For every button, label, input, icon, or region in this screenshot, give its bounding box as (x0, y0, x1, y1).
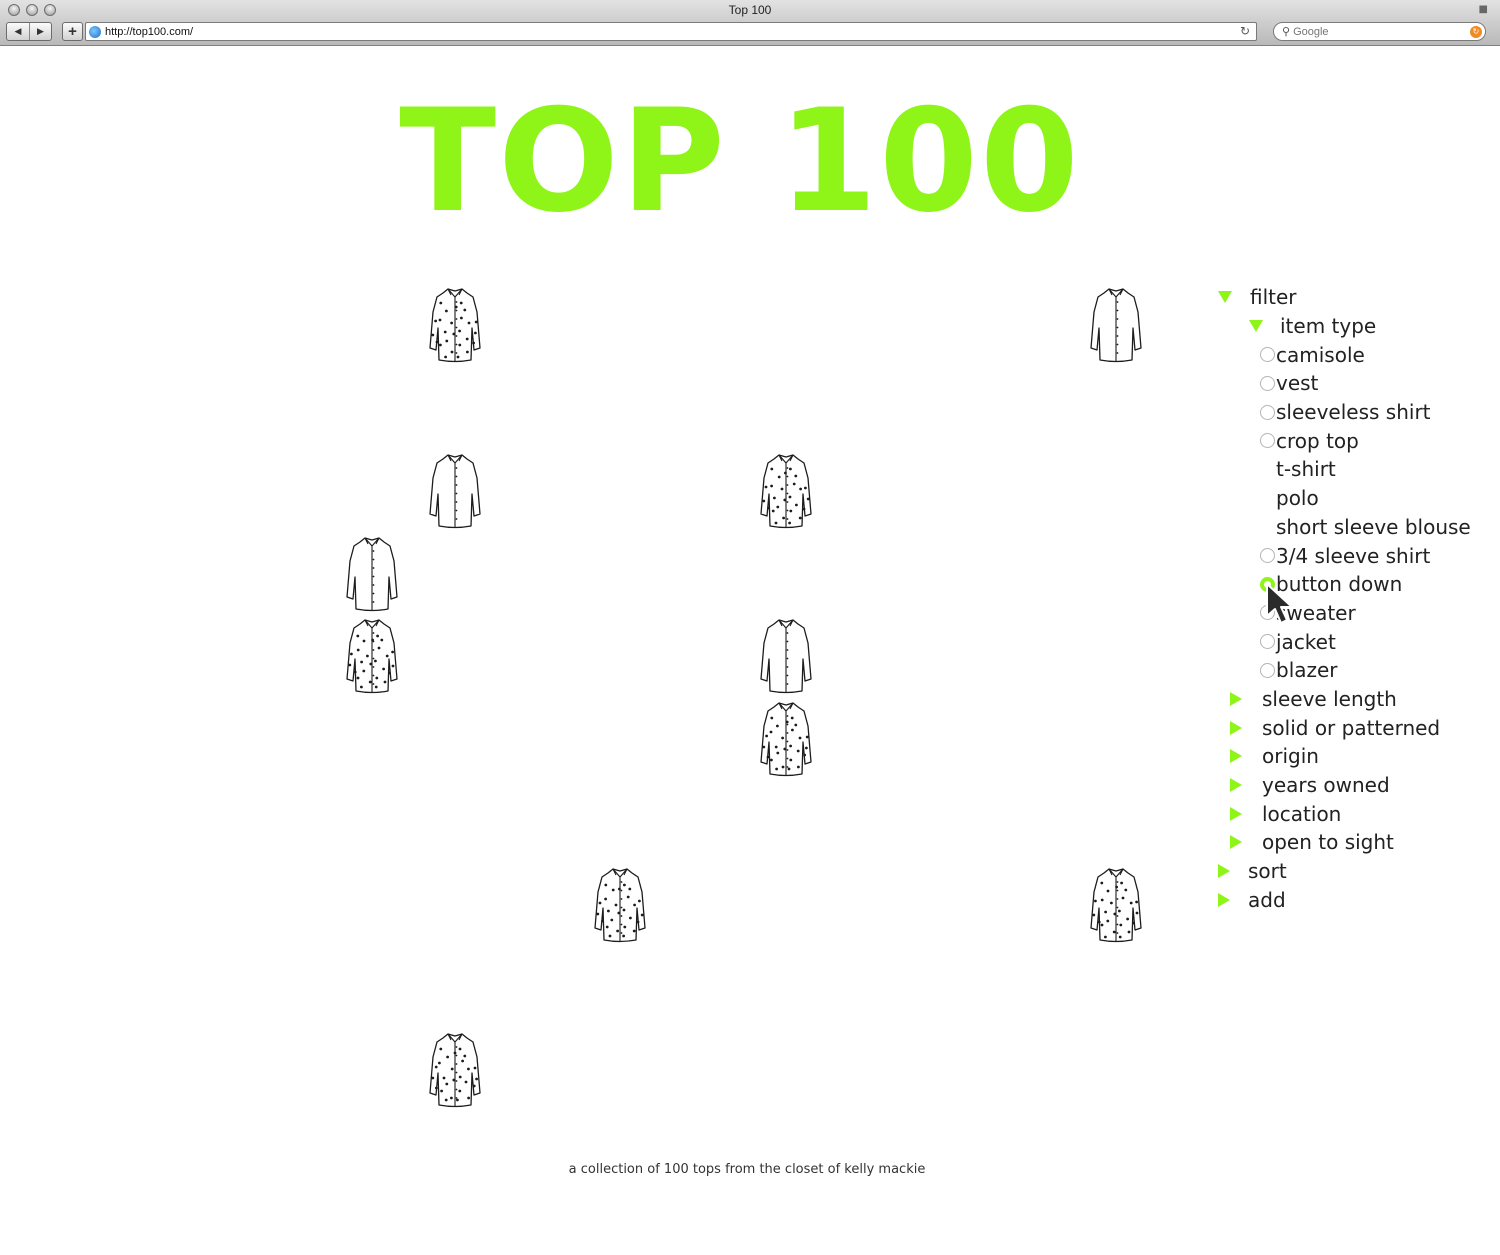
item-type-option[interactable]: t-shirt (1214, 455, 1494, 484)
history-nav: ◀ ▶ (6, 22, 52, 41)
item-type-option[interactable]: camisole (1214, 340, 1494, 369)
item-type-option[interactable]: jacket (1214, 627, 1494, 656)
sub-filter-toggle[interactable]: years owned (1214, 771, 1494, 800)
item-type-option-label: polo (1276, 486, 1319, 511)
collapsed-arrow-icon (1230, 720, 1242, 735)
radio-button[interactable] (1260, 347, 1275, 363)
item-type-option-label: crop top (1276, 428, 1359, 453)
collapsed-arrow-icon (1218, 892, 1230, 907)
item-type-option-label: button down (1276, 572, 1403, 597)
sub-filter-label: open to sight (1262, 830, 1394, 855)
collapsed-arrow-icon (1230, 835, 1242, 850)
item-type-option-label: 3/4 sleeve shirt (1276, 543, 1431, 568)
item-type-option-label: jacket (1276, 629, 1336, 654)
sub-filter-toggle[interactable]: sleeve length (1214, 685, 1494, 714)
page-title: TOP 100 (399, 79, 1081, 244)
shirt-thumbnail[interactable] (343, 535, 401, 613)
filter-label: filter (1250, 285, 1297, 310)
radio-button (1260, 519, 1275, 535)
item-type-option-label: camisole (1276, 342, 1365, 367)
radio-button (1260, 490, 1275, 506)
radio-button[interactable] (1260, 433, 1275, 449)
sub-filter-label: years owned (1262, 773, 1390, 798)
shirt-thumbnail[interactable] (426, 452, 484, 530)
radio-button (1260, 461, 1275, 477)
expanded-arrow-icon (1218, 291, 1232, 304)
add-label: add (1248, 887, 1286, 912)
item-type-toggle[interactable]: item type (1214, 312, 1494, 341)
sub-filter-label: origin (1262, 744, 1319, 769)
item-type-option-label: blazer (1276, 658, 1338, 683)
item-type-option[interactable]: sleeveless shirt (1214, 398, 1494, 427)
shirt-thumbnail[interactable] (757, 452, 815, 530)
filter-toggle[interactable]: filter (1214, 283, 1494, 312)
radio-button[interactable] (1260, 548, 1275, 564)
item-type-option[interactable]: blazer (1214, 656, 1494, 685)
sub-filter-toggle[interactable]: open to sight (1214, 828, 1494, 857)
filter-panel: filter item type camisole vest sleeveless … (1214, 283, 1494, 914)
sub-filter-list: sleeve length solid or patterned origin yea… (1214, 685, 1494, 857)
mouse-cursor-icon (1266, 583, 1293, 624)
search-icon: ⚲ (1282, 25, 1291, 38)
sub-filter-toggle[interactable]: origin (1214, 742, 1494, 771)
shirt-thumbnail[interactable] (343, 617, 401, 695)
window-title: Top 100 (728, 3, 772, 17)
shirt-thumbnail[interactable] (1087, 286, 1145, 364)
radio-button[interactable] (1260, 375, 1275, 391)
search-input[interactable] (1293, 25, 1454, 38)
search-bar[interactable]: ⚲ ↻ (1273, 22, 1486, 41)
item-type-option[interactable]: 3/4 sleeve shirt (1214, 541, 1494, 570)
collapsed-arrow-icon (1230, 691, 1242, 706)
radio-button[interactable] (1260, 404, 1275, 420)
item-type-options: camisole vest sleeveless shirt crop top t-sh… (1214, 340, 1494, 684)
shirt-thumbnail[interactable] (426, 1031, 484, 1109)
add-toggle[interactable]: add (1214, 885, 1494, 914)
add-bookmark-button[interactable]: + (62, 22, 83, 41)
collapsed-arrow-icon (1230, 778, 1242, 793)
item-type-option[interactable]: polo (1214, 484, 1494, 513)
item-type-option[interactable]: sweater (1214, 599, 1494, 628)
sub-filter-toggle[interactable]: location (1214, 799, 1494, 828)
snapback-icon[interactable]: ↻ (1470, 26, 1482, 38)
sub-filter-label: solid or patterned (1262, 715, 1441, 740)
item-type-option-label: sleeveless shirt (1276, 400, 1431, 425)
collapsed-arrow-icon (1230, 806, 1242, 821)
shirt-thumbnail[interactable] (757, 617, 815, 695)
sort-label: sort (1248, 859, 1287, 884)
reload-icon[interactable]: ↻ (1240, 24, 1250, 38)
shirt-thumbnail[interactable] (426, 286, 484, 364)
collapsed-arrow-icon (1218, 864, 1230, 879)
shirt-thumbnail[interactable] (591, 866, 649, 944)
lock-icon: ■ (1478, 4, 1488, 15)
collapsed-arrow-icon (1230, 749, 1242, 764)
shirt-thumbnail[interactable] (1087, 866, 1145, 944)
item-type-option-label: short sleeve blouse (1276, 514, 1471, 539)
back-button[interactable]: ◀ (7, 23, 29, 40)
sub-filter-label: sleeve length (1262, 686, 1397, 711)
item-type-option-label: vest (1276, 371, 1319, 396)
sub-filter-label: location (1262, 801, 1342, 826)
item-type-label: item type (1280, 314, 1377, 339)
sort-toggle[interactable]: sort (1214, 857, 1494, 886)
forward-button[interactable]: ▶ (29, 23, 51, 40)
item-type-option[interactable]: short sleeve blouse (1214, 513, 1494, 542)
item-type-option[interactable]: crop top (1214, 426, 1494, 455)
url-text[interactable]: http://top100.com/ (105, 26, 193, 38)
footer-caption: a collection of 100 tops from the closet… (568, 1162, 926, 1177)
globe-icon (89, 25, 101, 38)
radio-button[interactable] (1260, 662, 1275, 678)
sub-filter-toggle[interactable]: solid or patterned (1214, 713, 1494, 742)
address-bar[interactable]: http://top100.com/ ↻ (85, 22, 1257, 41)
browser-toolbar: Top 100 ■ ◀ ▶ + http://top100.com/ ↻ ⚲ ↻ (0, 0, 1500, 46)
radio-button[interactable] (1260, 634, 1275, 650)
shirt-thumbnail[interactable] (757, 700, 815, 778)
item-type-option[interactable]: vest (1214, 369, 1494, 398)
item-type-option[interactable]: button down (1214, 570, 1494, 599)
item-type-option-label: t-shirt (1276, 457, 1336, 482)
expanded-arrow-icon (1249, 320, 1263, 333)
